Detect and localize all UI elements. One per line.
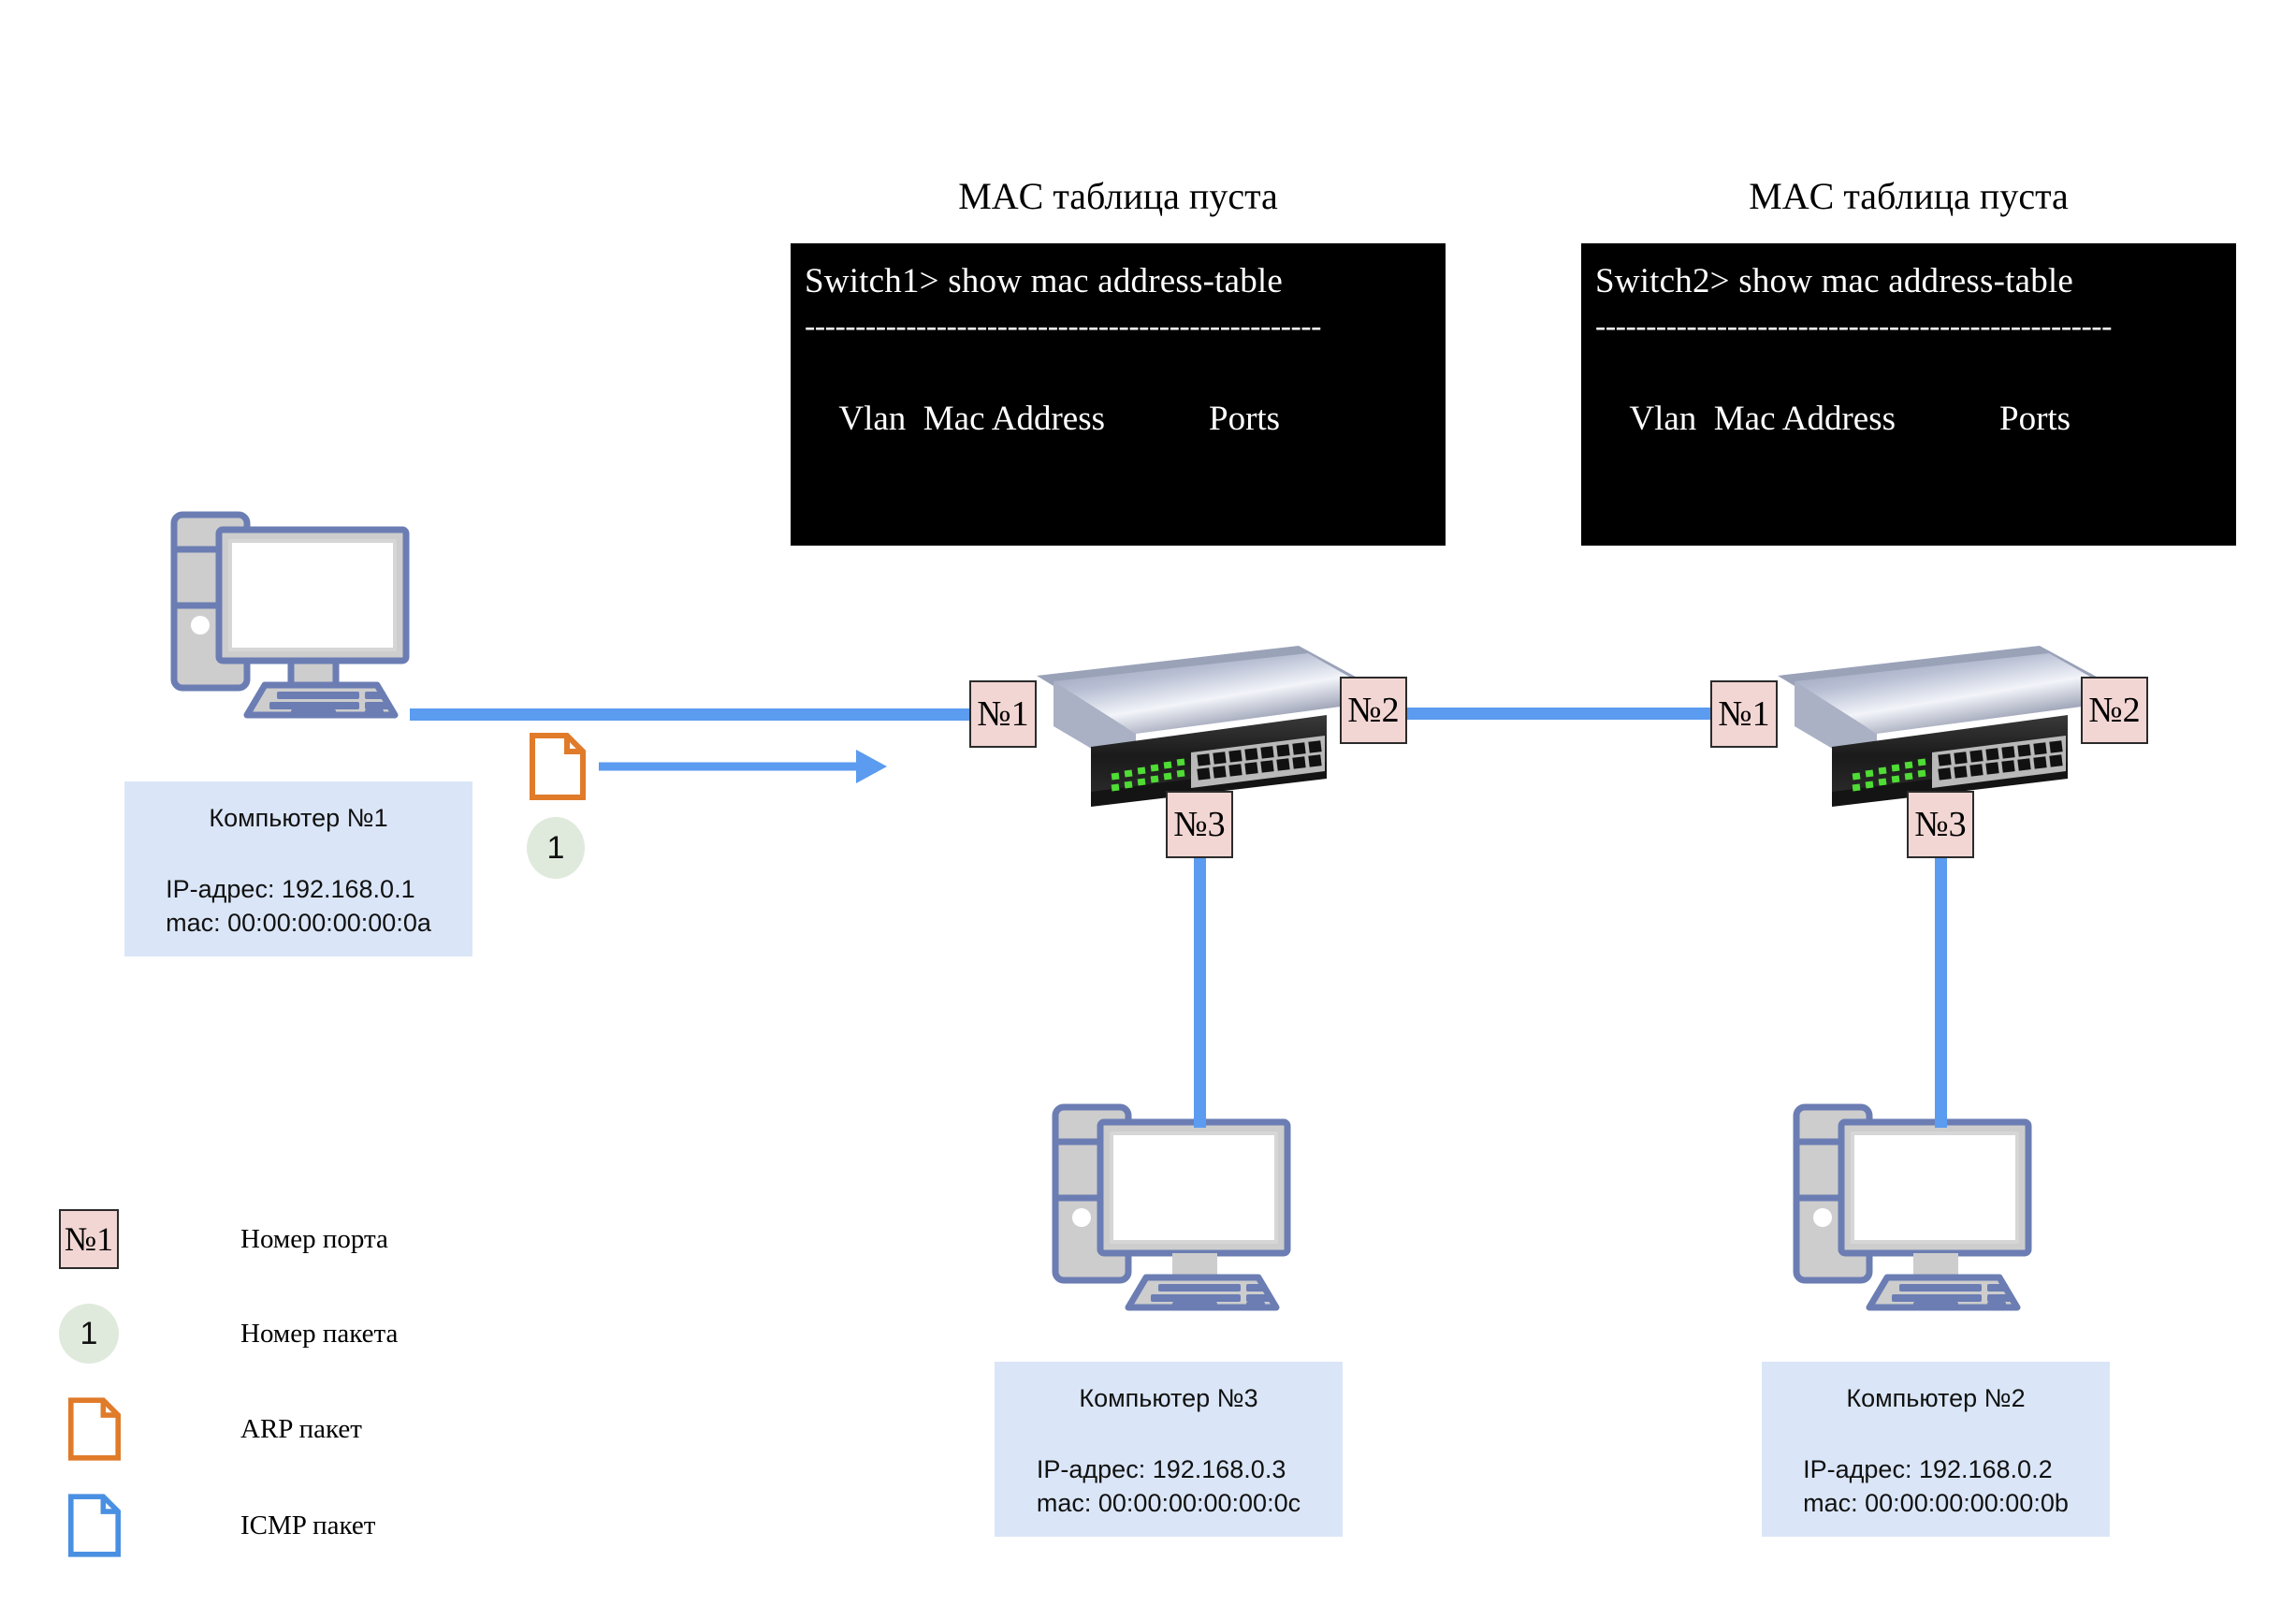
legend-icmp-packet-label: ICMP пакет: [240, 1510, 376, 1540]
switch1-port-1-label[interactable]: №1: [969, 680, 1037, 748]
legend-icmp-packet-icon: [68, 1494, 121, 1557]
switch2-port-1-label[interactable]: №1: [1710, 680, 1778, 748]
console-col-vlan-switch1: Vlan: [838, 400, 907, 438]
console-col-mac-switch1: Mac Address: [923, 400, 1105, 438]
console-rule-mac-switch2: ------------------------------: [1707, 542, 2025, 545]
legend-packet-number-icon: 1: [59, 1304, 119, 1364]
legend-item-arp-packet: ARP пакет: [68, 1396, 362, 1462]
legend-port-chip-icon: №1: [59, 1209, 119, 1269]
computer-pc1-title: Компьютер №1: [209, 804, 388, 832]
computer-pc3-info: Компьютер №3 IP-адрес: 192.168.0.3 mac: …: [995, 1362, 1343, 1537]
computer-pc2-ip: IP-адрес: 192.168.0.2: [1803, 1455, 2053, 1483]
switch1-port-3-label[interactable]: №3: [1166, 791, 1233, 858]
computer-pc2-mac: mac: 00:00:00:00:00:0b: [1803, 1489, 2069, 1517]
arp-packet-icon: [530, 733, 586, 800]
computer-pc3-mac: mac: 00:00:00:00:00:0c: [1036, 1489, 1301, 1517]
console-rule-ports-switch1: -----------: [1250, 542, 1367, 545]
cable-pc1-to-switch1-port1: [410, 708, 981, 721]
legend-item-packet-number: 1 Номер пакета: [59, 1304, 398, 1364]
packet-direction-arrow: [599, 750, 887, 783]
legend-arp-packet-icon: [68, 1397, 121, 1461]
computer-pc3-details: IP-адрес: 192.168.0.3 mac: 00:00:00:00:0…: [1037, 1452, 1301, 1520]
computer-pc2-details: IP-адрес: 192.168.0.2 mac: 00:00:00:00:0…: [1803, 1452, 2069, 1520]
console-columns-switch2: Vlan Mac Address Ports: [1582, 349, 2235, 489]
console-col-mac-switch2: Mac Address: [1713, 400, 1896, 438]
console-switch2: Switch2> show mac address-table --------…: [1581, 243, 2236, 546]
console-switch1: Switch1> show mac address-table --------…: [791, 243, 1446, 546]
computer-pc2-icon[interactable]: [1780, 1100, 2051, 1315]
console-rule-vlan-switch2: ------: [1627, 542, 1691, 545]
console-column-rules-switch1: ------ ------------------------------ --…: [792, 489, 1445, 545]
computer-pc2-info: Компьютер №2 IP-адрес: 192.168.0.2 mac: …: [1762, 1362, 2110, 1537]
computer-pc1-info: Компьютер №1 IP-адрес: 192.168.0.1 mac: …: [124, 781, 472, 956]
computer-pc3-icon[interactable]: [1039, 1100, 1310, 1315]
console-col-ports-switch1: Ports: [1209, 400, 1281, 438]
legend-item-icmp-packet: ICMP пакет: [68, 1493, 375, 1558]
console-column-rules-switch2: ------ ------------------------------ --…: [1582, 489, 2235, 545]
legend-packet-number-label: Номер пакета: [240, 1318, 399, 1349]
computer-pc1-details: IP-адрес: 192.168.0.1 mac: 00:00:00:00:0…: [166, 872, 431, 940]
computer-pc3-ip: IP-адрес: 192.168.0.3: [1036, 1455, 1286, 1483]
console-rule-ports-switch2: -----------: [2041, 542, 2158, 545]
cable-switch1-port3-to-pc3: [1194, 856, 1206, 1128]
console-col-ports-switch2: Ports: [1999, 400, 2071, 438]
console-heading-switch2: MAC таблица пуста: [1749, 175, 2069, 217]
computer-pc1-ip: IP-адрес: 192.168.0.1: [166, 875, 415, 903]
computer-pc3-title: Компьютер №3: [1079, 1384, 1258, 1412]
console-rule-top-switch2: ----------------------------------------…: [1595, 309, 2112, 343]
console-rule-top-switch1: ----------------------------------------…: [805, 309, 1321, 343]
switch1-port-2-label[interactable]: №2: [1340, 677, 1407, 744]
computer-pc2-title: Компьютер №2: [1846, 1384, 2026, 1412]
console-heading-switch1: MAC таблица пуста: [958, 175, 1278, 217]
packet-number-badge: 1: [527, 817, 585, 879]
legend-arp-packet-label: ARP пакет: [240, 1413, 362, 1444]
console-prompt-switch1: Switch1> show mac address-table: [805, 262, 1284, 300]
legend-port-number-label: Номер порта: [240, 1223, 388, 1254]
legend-item-port-number: №1 Номер порта: [59, 1209, 388, 1269]
cable-switch2-port3-to-pc2: [1935, 856, 1947, 1128]
console-rule-mac-switch1: ------------------------------: [916, 542, 1234, 545]
switch2-port-2-label[interactable]: №2: [2081, 677, 2148, 744]
console-columns-switch1: Vlan Mac Address Ports: [792, 349, 1445, 489]
switch2-port-3-label[interactable]: №3: [1907, 791, 1974, 858]
console-prompt-switch2: Switch2> show mac address-table: [1595, 262, 2074, 300]
console-col-vlan-switch2: Vlan: [1629, 400, 1697, 438]
cable-switch1-port2-to-switch2-port1: [1375, 708, 1731, 720]
console-rule-vlan-switch1: ------: [836, 542, 900, 545]
computer-pc1-icon[interactable]: [157, 507, 429, 722]
computer-pc1-mac: mac: 00:00:00:00:00:0a: [166, 909, 431, 937]
